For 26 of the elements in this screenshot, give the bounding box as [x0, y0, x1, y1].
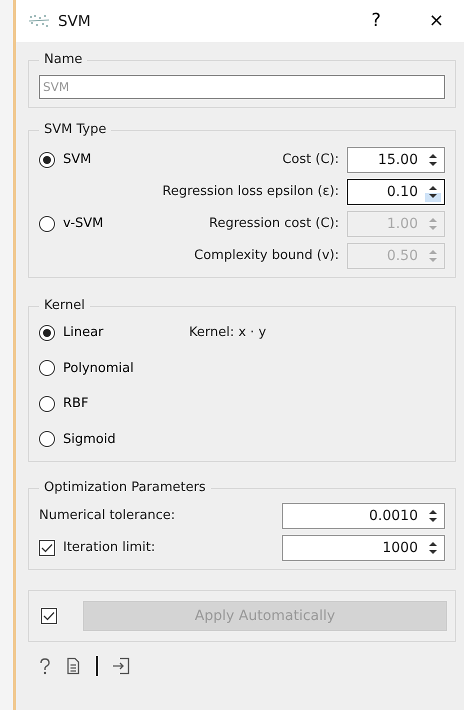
radio-option[interactable]: RBF — [39, 394, 189, 414]
parameter-label: Numerical tolerance: — [39, 507, 176, 526]
spin-box[interactable]: 1000 — [282, 535, 445, 561]
scatter-icon — [28, 13, 50, 29]
input-icon[interactable] — [112, 657, 130, 675]
name-field[interactable]: SVM — [39, 75, 445, 99]
parameter-label: Iteration limit: — [63, 539, 156, 558]
kernel-formula: Kernel: x · y — [189, 324, 266, 342]
radio-option[interactable]: SVM — [39, 150, 92, 170]
help-button[interactable]: ? — [363, 12, 389, 30]
spin-box[interactable]: 0.10 — [347, 179, 445, 205]
radio-option[interactable]: v-SVM — [39, 214, 104, 234]
radio-option[interactable]: Sigmoid — [39, 430, 189, 449]
parameter-label: Regression loss epsilon (ε): — [161, 183, 339, 202]
group-title: Optimization Parameters — [39, 480, 211, 496]
parameter-label: Cost (C): — [281, 151, 339, 170]
parameter-label: Regression cost (C): — [208, 215, 339, 234]
close-button[interactable]: × — [420, 12, 452, 30]
radio-option[interactable]: Linear — [39, 323, 189, 342]
window-title: SVM — [58, 10, 92, 32]
group-title: SVM Type — [39, 122, 112, 138]
spin-box[interactable]: 0.0010 — [282, 503, 445, 529]
parameter-label: Complexity bound (v): — [193, 247, 339, 266]
radio-option[interactable]: Polynomial — [39, 358, 189, 378]
checkbox[interactable] — [39, 540, 55, 556]
spin-box[interactable]: 15.00 — [347, 147, 445, 173]
